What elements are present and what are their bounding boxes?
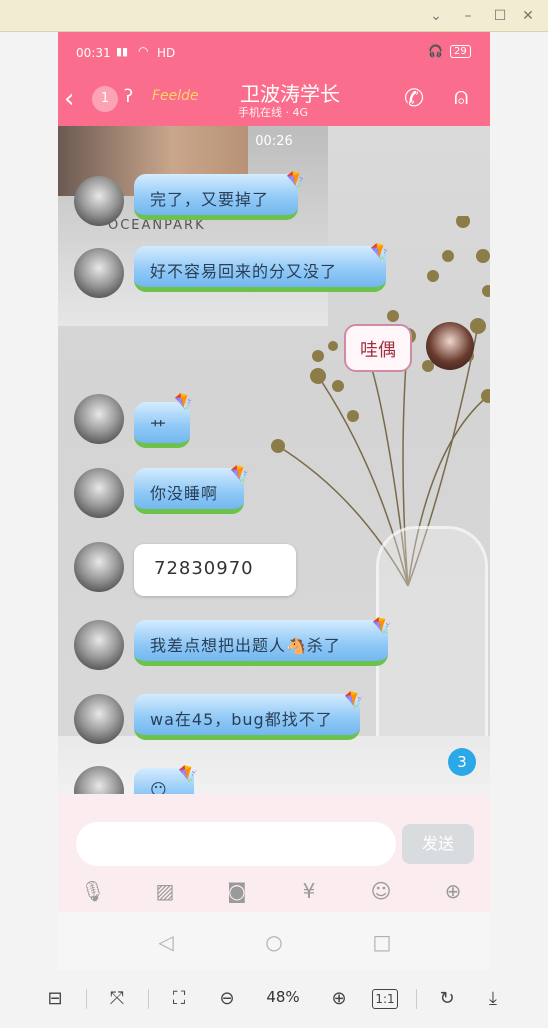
- headset-icon: 🎧: [428, 44, 443, 58]
- home-nav-icon[interactable]: ○: [262, 930, 286, 954]
- input-area: 发送 🎙 ▨ ◙ ¥ ☺ ⊕: [58, 794, 490, 912]
- recents-nav-icon[interactable]: □: [370, 930, 394, 954]
- my-message-bubble[interactable]: 哇偶: [344, 324, 412, 372]
- sender-avatar[interactable]: [74, 620, 124, 670]
- message-bubble[interactable]: wa在45，bug都找不了: [134, 694, 360, 740]
- plus-icon[interactable]: ⊕: [438, 876, 468, 906]
- minimize-button[interactable]: –: [458, 6, 478, 26]
- chat-header: ‹ 1 ʔ Feelde 卫波涛学长 手机在线 · 4G ✆ ⍝: [58, 74, 490, 126]
- android-nav-bar: ◁ ○ □: [58, 912, 490, 970]
- viewer-toolbar: ⊟ ⤧ ⛶ ⊖ 48% ⊕ 1:1 ↻ ⤓: [0, 970, 548, 1028]
- kite-icon: 🪁: [286, 170, 306, 189]
- camera-icon[interactable]: ◙: [222, 876, 252, 906]
- kite-icon: 🪁: [370, 242, 390, 261]
- message-timestamp: 00:26: [255, 134, 293, 149]
- kite-icon: 🪁: [372, 616, 392, 635]
- close-button[interactable]: ✕: [518, 6, 538, 26]
- sender-avatar[interactable]: [74, 248, 124, 298]
- message-bubble-number[interactable]: 72830970: [134, 544, 296, 596]
- status-bar: 00:31 ▮▮ ◠ HD 🎧 29: [58, 32, 490, 74]
- fullscreen-icon[interactable]: ⛶: [166, 986, 192, 1012]
- send-button[interactable]: 发送: [402, 824, 474, 864]
- microphone-icon[interactable]: 🎙: [78, 876, 108, 906]
- divider: [148, 989, 149, 1009]
- message-bubble[interactable]: 你没睡啊: [134, 468, 244, 514]
- emoji-icon[interactable]: ☺: [366, 876, 396, 906]
- chat-title: 卫波涛学长: [240, 82, 340, 106]
- kite-icon: 🪁: [344, 690, 364, 709]
- unread-count-badge[interactable]: 1: [92, 86, 118, 112]
- poster-text: OCEANPARK: [108, 218, 206, 233]
- chat-subtitle: 手机在线 · 4G: [238, 106, 309, 119]
- fit-window-icon[interactable]: ⤧: [104, 986, 130, 1012]
- kite-icon: 🪁: [174, 392, 194, 411]
- zoom-out-icon[interactable]: ⊖: [214, 986, 240, 1012]
- back-nav-icon[interactable]: ◁: [154, 930, 178, 954]
- kite-icon: 🪁: [178, 764, 198, 783]
- phone-call-icon[interactable]: ✆: [404, 84, 424, 112]
- signal-icon: ▮▮: [116, 45, 129, 58]
- phone-screen: 00:31 ▮▮ ◠ HD 🎧 29 ‹ 1 ʔ Feelde 卫波涛学长 手机…: [58, 32, 490, 970]
- profile-icon[interactable]: ⍝: [454, 82, 468, 110]
- sender-avatar[interactable]: [74, 542, 124, 592]
- download-icon[interactable]: ⤓: [480, 986, 506, 1012]
- battery-indicator: 29: [450, 45, 471, 58]
- my-avatar[interactable]: [426, 322, 474, 370]
- network-label: HD: [157, 46, 176, 60]
- message-bubble[interactable]: 好不容易回来的分又没了: [134, 246, 386, 292]
- message-bubble[interactable]: 我差点想把出题人🐴杀了: [134, 620, 388, 666]
- rotate-icon[interactable]: ↻: [434, 986, 460, 1012]
- maximize-button[interactable]: ☐: [490, 6, 510, 26]
- status-time: 00:31: [76, 46, 111, 60]
- zoom-in-icon[interactable]: ⊕: [326, 986, 352, 1012]
- divider: [86, 989, 87, 1009]
- wifi-icon: ◠: [138, 44, 149, 58]
- actual-size-button[interactable]: 1:1: [372, 989, 398, 1009]
- chevron-down-icon[interactable]: ⌄: [426, 6, 446, 26]
- divider: [416, 989, 417, 1009]
- red-packet-icon[interactable]: ¥: [294, 876, 324, 906]
- message-input[interactable]: [76, 822, 396, 866]
- new-message-badge[interactable]: 3: [448, 748, 476, 776]
- back-icon[interactable]: ‹: [64, 84, 74, 114]
- ear-icon: ʔ: [124, 86, 134, 107]
- kite-icon: 🪁: [230, 464, 250, 483]
- sender-avatar[interactable]: [74, 694, 124, 744]
- zoom-level: 48%: [266, 988, 300, 1006]
- sender-avatar[interactable]: [74, 176, 124, 226]
- image-icon[interactable]: ▨: [150, 876, 180, 906]
- sender-avatar[interactable]: [74, 394, 124, 444]
- viewer-titlebar: ⌄ – ☐ ✕: [0, 0, 548, 32]
- sender-avatar[interactable]: [74, 468, 124, 518]
- message-bubble[interactable]: 完了，又要掉了: [134, 174, 298, 220]
- vip-logo: Feelde: [152, 88, 199, 104]
- layout-icon[interactable]: ⊟: [42, 986, 68, 1012]
